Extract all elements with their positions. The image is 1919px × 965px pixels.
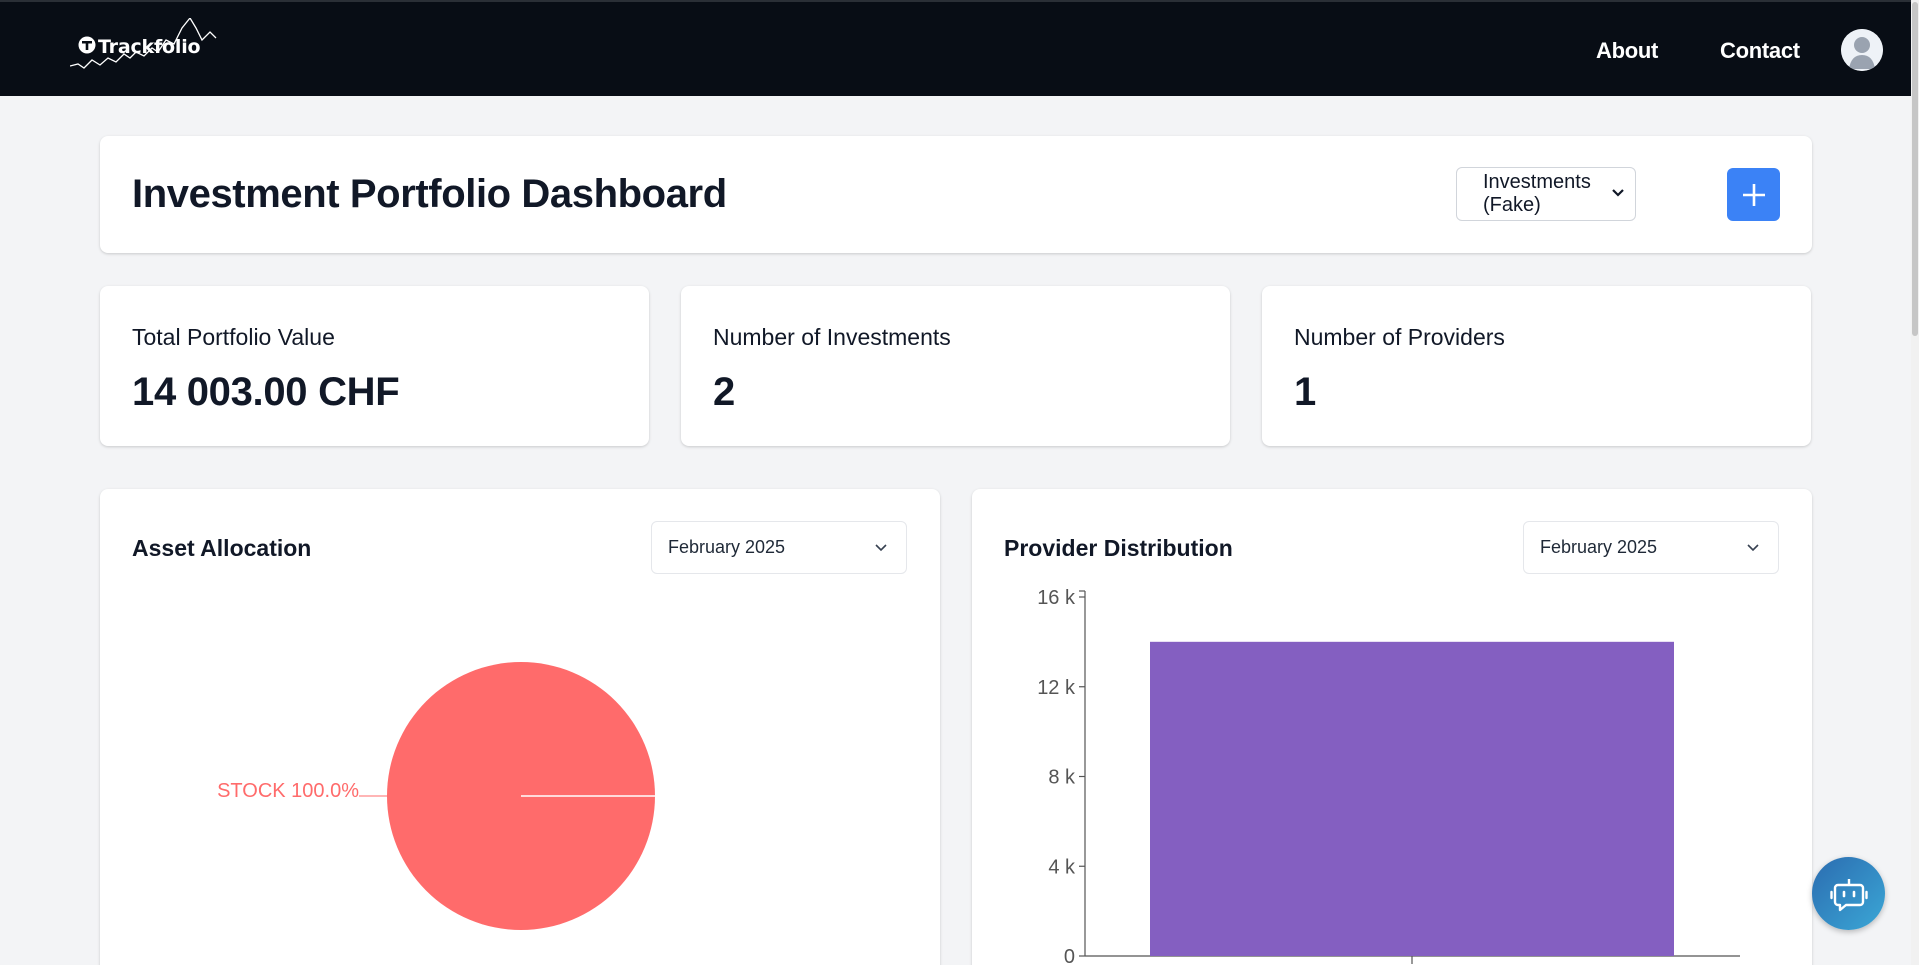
stat-label: Total Portfolio Value — [132, 324, 335, 350]
bar-chart: 0 4 k 8 k 12 k 16 k — [1037, 587, 1740, 965]
stat-card-investments: Number of Investments 2 — [681, 286, 1230, 446]
y-tick-label: 8 k — [1048, 767, 1076, 789]
stat-value: 14 003.00 CHF — [132, 370, 400, 414]
portfolio-select[interactable]: Investments (Fake) — [1456, 167, 1636, 221]
nav-link-contact[interactable]: Contact — [1720, 38, 1800, 64]
pie-chart: STOCK 100.0% — [217, 662, 655, 930]
provider-distribution-card: Provider Distribution February 2025 04 k… — [972, 489, 1812, 965]
scrollbar-thumb[interactable] — [1912, 2, 1918, 336]
stat-label: Number of Investments — [713, 324, 951, 350]
user-avatar-icon[interactable] — [1841, 29, 1883, 71]
add-button[interactable] — [1727, 168, 1780, 221]
chevron-down-icon — [1612, 189, 1624, 197]
y-tick-label: 0 — [1064, 946, 1075, 965]
nav-link-about[interactable]: About — [1596, 38, 1658, 64]
asset-allocation-card: Asset Allocation February 2025 STOCK 100… — [100, 489, 940, 965]
stat-value: 2 — [713, 370, 735, 414]
pie-label: STOCK 100.0% — [217, 780, 359, 802]
chat-bot-button[interactable] — [1812, 857, 1885, 930]
top-navbar: Trackfolio About Contact — [0, 0, 1911, 96]
stat-value: 1 — [1294, 370, 1316, 414]
robot-chat-icon — [1829, 878, 1868, 911]
page-title: Investment Portfolio Dashboard — [132, 172, 727, 216]
y-tick-label: 4 k — [1048, 856, 1076, 878]
brand-name: Trackfolio — [98, 36, 201, 58]
dashboard-header-card: Investment Portfolio Dashboard Investmen… — [100, 136, 1812, 253]
stat-label: Number of Providers — [1294, 324, 1505, 350]
stat-card-providers: Number of Providers 1 — [1262, 286, 1811, 446]
y-tick-label: 12 k — [1037, 677, 1076, 699]
trackfolio-logo[interactable]: Trackfolio — [70, 18, 230, 80]
plus-icon — [1742, 183, 1765, 206]
bar — [1150, 641, 1674, 956]
y-tick-label: 16 k — [1037, 587, 1076, 609]
page-scrollbar[interactable] — [1911, 0, 1919, 965]
stat-card-total-value: Total Portfolio Value 14 003.00 CHF — [100, 286, 649, 446]
